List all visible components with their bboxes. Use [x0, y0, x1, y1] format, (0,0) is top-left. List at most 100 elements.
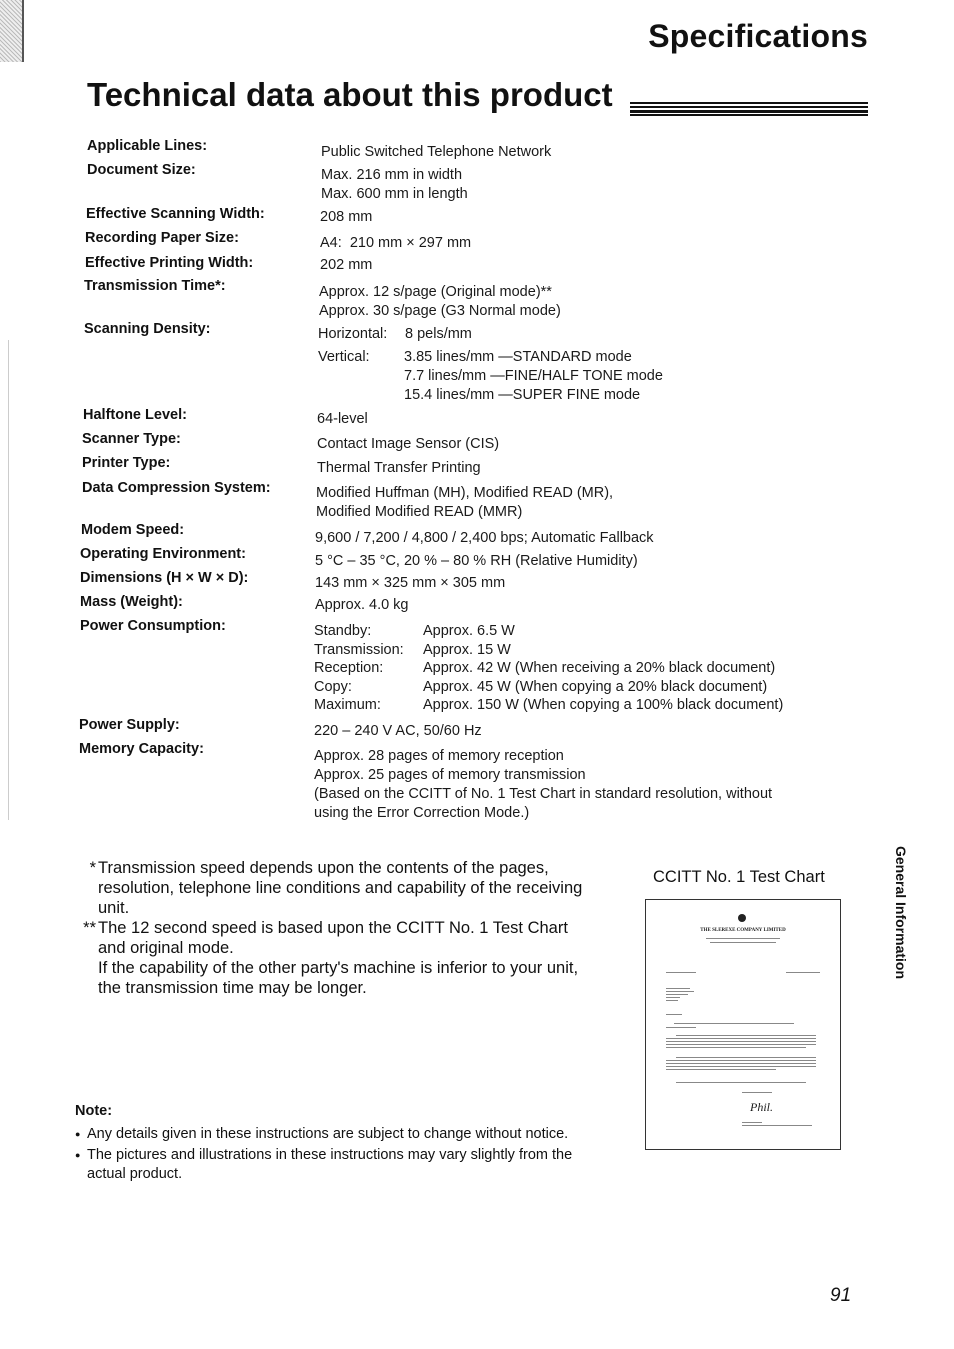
spec-value: Approx. 12 s/page (Original mode)** Appr…	[319, 283, 561, 321]
power-row: Copy: Approx. 45 W (When copying a 20% bl…	[314, 678, 783, 697]
letter-line	[666, 1000, 678, 1001]
spec-value-line: 143 mm × 325 mm × 305 mm	[315, 575, 506, 591]
section-title: Specifications	[648, 18, 868, 54]
letter-line	[742, 1092, 772, 1093]
spec-value-line: Modified Huffman (MH), Modified READ (MR…	[316, 485, 614, 501]
spec-value: 208 mm	[320, 208, 372, 227]
sub-key: Maximum:	[314, 697, 381, 713]
sub-key: Copy:	[314, 678, 352, 695]
spec-value-line: Modified Modified READ (MMR)	[316, 504, 523, 520]
letter-line	[666, 997, 680, 998]
spec-value-line: 9,600 / 7,200 / 4,800 / 2,400 bps; Autom…	[315, 530, 654, 546]
spec-value-line: 15.4 lines/mm —SUPER FINE mode	[404, 387, 641, 403]
spec-label: Recording Paper Size:	[85, 230, 239, 246]
sub-value: Approx. 42 W (When receiving a 20% black…	[423, 660, 776, 676]
letterhead-logo-icon	[738, 914, 746, 922]
spec-value: Thermal Transfer Printing	[317, 459, 481, 478]
test-chart-caption: CCITT No. 1 Test Chart	[653, 868, 825, 886]
power-row: Reception: Approx. 42 W (When receiving a…	[314, 659, 783, 678]
note-text: The pictures and illustrations in these …	[87, 1147, 573, 1182]
footnotes: * Transmission speed depends upon the co…	[80, 858, 590, 998]
spec-value-line: 202 mm	[320, 257, 373, 273]
letter-line	[666, 1044, 816, 1045]
spec-value: 9,600 / 7,200 / 4,800 / 2,400 bps; Autom…	[315, 529, 654, 548]
footnote: ** The 12 second speed is based upon the…	[80, 918, 590, 998]
spec-value: Approx. 28 pages of memory reception App…	[314, 747, 772, 823]
sub-value: Approx. 6.5 W	[423, 623, 515, 639]
power-row: Maximum: Approx. 150 W (When copying a 10…	[314, 696, 783, 715]
spec-value: Approx. 4.0 kg	[315, 596, 409, 615]
letter-line	[666, 1014, 682, 1015]
test-chart-image: THE SLEREXE COMPANY LIMITED Phil.	[645, 899, 841, 1150]
spec-value-line: Contact Image Sensor (CIS)	[317, 436, 500, 452]
letter-line	[666, 1027, 696, 1028]
spec-label: Applicable Lines:	[87, 138, 208, 154]
letter-line	[666, 972, 696, 973]
sub-key: Standby:	[314, 623, 372, 639]
letter-line	[666, 988, 690, 989]
note-block: Note: ● Any details given in these instr…	[75, 1102, 595, 1186]
note-bullet: ● Any details given in these instruction…	[75, 1125, 595, 1144]
letter-line	[666, 994, 688, 995]
spec-value: 143 mm × 325 mm × 305 mm	[315, 574, 505, 593]
side-tab-general-information: General Information	[893, 846, 909, 980]
spec-value: 202 mm	[320, 256, 372, 275]
spec-label: Dimensions (H × W × D):	[80, 570, 249, 586]
footnote-text: Transmission speed depends upon the cont…	[98, 859, 583, 917]
spec-value-line: 5 °C – 35 °C, 20 % – 80 % RH (Relative H…	[315, 553, 638, 569]
sub-key: Vertical:	[318, 349, 370, 365]
letter-line	[742, 1125, 812, 1126]
power-row: Transmission: Approx. 15 W	[314, 641, 783, 660]
letter-line	[742, 1122, 762, 1123]
letter-line	[666, 991, 694, 992]
letter-line	[674, 1023, 794, 1024]
signature: Phil.	[750, 1100, 773, 1114]
spec-value-line: using the Error Correction Mode.)	[314, 805, 530, 821]
spec-value: Contact Image Sensor (CIS)	[317, 435, 499, 454]
page-number: 91	[830, 1285, 852, 1306]
footnote-mark: **	[83, 919, 96, 937]
letter-line	[666, 1038, 816, 1039]
spec-label: Transmission Time*:	[84, 278, 226, 294]
letter-line	[666, 1066, 816, 1067]
spec-value-line: Max. 216 mm in width	[321, 167, 463, 183]
spec-value: 220 – 240 V AC, 50/60 Hz	[314, 722, 482, 741]
margin-line	[8, 340, 9, 820]
spec-value-line: Max. 600 mm in length	[321, 186, 468, 202]
spec-value-line: 3.85 lines/mm —STANDARD mode	[404, 349, 632, 365]
sub-value: 8 pels/mm	[405, 326, 472, 342]
page-heading: Technical data about this product	[87, 76, 613, 113]
spec-value-line: Approx. 30 s/page (G3 Normal mode)	[319, 303, 561, 319]
sub-key: Horizontal:	[318, 326, 388, 342]
spec-value-line: A4: 210 mm × 297 mm	[320, 235, 472, 251]
sub-value: Approx. 150 W (When copying a 100% black…	[423, 697, 784, 713]
spec-label: Printer Type:	[82, 455, 171, 471]
sub-key: Reception:	[314, 660, 384, 676]
spec-label: Operating Environment:	[80, 546, 246, 562]
letter-line	[706, 938, 780, 939]
spec-label: Mass (Weight):	[80, 594, 183, 610]
note-text: Any details given in these instructions …	[87, 1126, 569, 1142]
letter-line	[676, 1057, 816, 1058]
sub-value: Approx. 15 W	[423, 641, 511, 658]
spec-value-line: 208 mm	[320, 209, 373, 225]
spec-value: Vertical: 3.85 lines/mm —STANDARD mode 7…	[318, 348, 663, 405]
spec-label: Power Supply:	[79, 717, 180, 733]
spec-label: Power Consumption:	[80, 618, 226, 634]
spec-value-line: Approx. 12 s/page (Original mode)**	[319, 284, 552, 300]
footnote-line: If the capability of the other party's m…	[98, 959, 579, 997]
spec-value-line: Approx. 4.0 kg	[315, 597, 409, 613]
letter-line	[710, 942, 776, 943]
letter-line	[666, 1041, 816, 1042]
corner-marker	[0, 0, 24, 62]
power-row: Standby: Approx. 6.5 W	[314, 622, 783, 641]
bullet-icon: ●	[75, 1150, 81, 1160]
sub-value: Approx. 45 W (When copying a 20% black d…	[423, 678, 768, 695]
letter-line	[786, 972, 820, 973]
spec-value-line: (Based on the CCITT of No. 1 Test Chart …	[314, 786, 773, 802]
spec-value-line: Public Switched Telephone Network	[321, 144, 552, 160]
heading-rule	[630, 102, 868, 116]
spec-label: Memory Capacity:	[79, 741, 204, 757]
density-vertical-row: Vertical: 3.85 lines/mm —STANDARD mode 7…	[318, 348, 663, 405]
spec-value: Max. 216 mm in width Max. 600 mm in leng…	[321, 166, 468, 204]
